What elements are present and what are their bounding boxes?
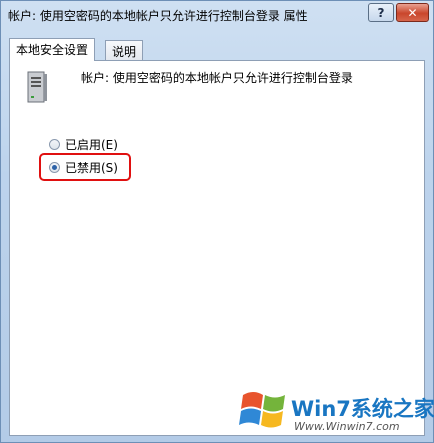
title-bar[interactable]: 帐户: 使用空密码的本地帐户只允许进行控制台登录 属性 ? ✕ [1, 1, 433, 29]
tab-explain[interactable]: 说明 [105, 40, 144, 60]
server-icon [27, 71, 47, 103]
window-title: 帐户: 使用空密码的本地帐户只允许进行控制台登录 属性 [8, 9, 308, 23]
enabled-option[interactable]: 已启用(E) [49, 136, 118, 153]
tab-local-security-setting[interactable]: 本地安全设置 [9, 38, 96, 61]
policy-description: 帐户: 使用空密码的本地帐户只允许进行控制台登录 [81, 71, 353, 85]
properties-window: 帐户: 使用空密码的本地帐户只允许进行控制台登录 属性 ? ✕ 本地安全设置 说… [0, 0, 434, 443]
watermark-url: Www.Winwin7.com [294, 420, 400, 433]
close-button[interactable]: ✕ [396, 3, 429, 22]
highlight-box [39, 153, 131, 181]
enabled-radio[interactable] [49, 139, 60, 150]
watermark-brand: Win7系统之家 [291, 397, 434, 421]
help-button[interactable]: ? [368, 3, 394, 22]
enabled-label: 已启用(E) [65, 138, 118, 152]
